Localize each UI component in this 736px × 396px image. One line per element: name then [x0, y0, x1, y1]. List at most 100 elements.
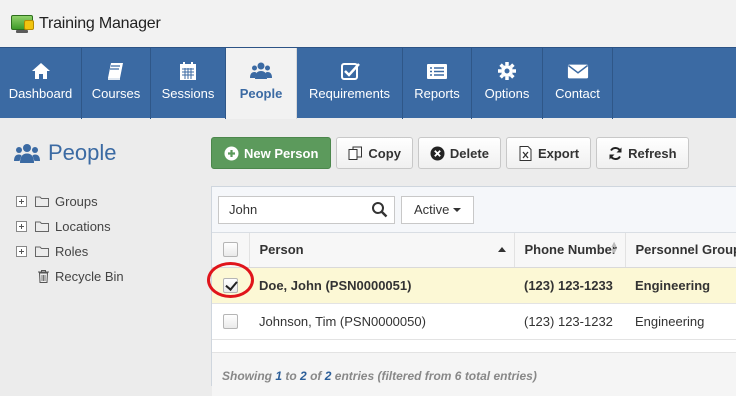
nav-reports[interactable]: Reports: [403, 48, 472, 119]
info-number: 1: [275, 369, 283, 383]
column-header-person[interactable]: Person: [248, 233, 514, 268]
nav-people[interactable]: People: [226, 48, 297, 119]
nav-label: Courses: [91, 86, 141, 101]
gear-icon: [498, 62, 516, 80]
calendar-icon: [180, 62, 196, 80]
list-icon: [427, 64, 447, 79]
column-label: Personnel Group: [635, 242, 736, 258]
new-person-button[interactable]: New Person: [211, 137, 332, 169]
nav-contact[interactable]: Contact: [543, 48, 613, 119]
delete-button[interactable]: Delete: [417, 137, 501, 169]
table-header-row: Person Phone Number ▲ ▼ Personnel Group: [212, 233, 736, 268]
tree-item-groups[interactable]: Groups: [16, 189, 124, 214]
home-icon: [31, 63, 50, 79]
nav-label: People: [239, 86, 283, 101]
excel-file-icon: [519, 145, 532, 161]
dropdown-value: Active: [414, 202, 450, 217]
nav-dashboard[interactable]: Dashboard: [0, 48, 82, 119]
person-cell: Johnson, Tim (PSN0000050): [249, 303, 514, 340]
select-all-checkbox[interactable]: [223, 242, 238, 258]
tree-item-locations[interactable]: Locations: [16, 214, 124, 239]
users-icon: [14, 144, 40, 163]
tree-label: Groups: [55, 194, 98, 209]
nav-sessions[interactable]: Sessions: [151, 48, 226, 119]
plus-circle-icon: [224, 146, 239, 160]
info-number: 2: [324, 369, 332, 383]
folder-icon: [35, 221, 49, 232]
folder-icon: [35, 196, 49, 207]
expand-icon[interactable]: [16, 246, 27, 257]
tree-label: Recycle Bin: [55, 269, 124, 284]
nav-label: Sessions: [161, 86, 215, 101]
button-label: Copy: [368, 145, 401, 161]
info-text: of: [310, 369, 322, 383]
tree-label: Locations: [55, 219, 111, 234]
nav-requirements[interactable]: Requirements: [297, 48, 403, 119]
nav-label: Requirements: [309, 86, 390, 101]
folder-icon: [35, 246, 49, 257]
phone-cell: (123) 123-1232: [514, 303, 625, 340]
filter-bar: Active: [212, 187, 736, 233]
button-label: Export: [537, 145, 580, 161]
column-header-phone[interactable]: Phone Number ▲ ▼: [513, 233, 625, 268]
status-filter-dropdown[interactable]: Active: [401, 195, 475, 224]
column-header-group[interactable]: Personnel Group: [624, 233, 736, 268]
person-cell: Doe, John (PSN0000051): [249, 267, 514, 304]
copy-button[interactable]: Copy: [336, 137, 413, 169]
row-select-cell: [212, 303, 249, 340]
group-cell: Engineering: [625, 303, 736, 340]
sidebar-tree: Groups Locations Roles Recycle Bin: [16, 189, 124, 289]
app-title: Training Manager: [39, 14, 161, 32]
table-info: Showing 1 to 2 of 2 entries (filtered fr…: [212, 351, 736, 396]
search-box[interactable]: [218, 195, 395, 224]
nav-courses[interactable]: Courses: [82, 48, 151, 119]
refresh-icon: [609, 146, 622, 160]
sort-asc-icon: [497, 247, 506, 252]
x-circle-icon: [430, 146, 445, 160]
table-row[interactable]: Doe, John (PSN0000051) (123) 123-1233 En…: [212, 267, 736, 304]
checkbox-icon: [340, 63, 360, 80]
sidebar-title: People: [14, 140, 117, 166]
nav-label: Contact: [555, 86, 600, 101]
tree-item-roles[interactable]: Roles: [16, 239, 124, 264]
copy-icon: [348, 146, 363, 160]
table-row[interactable]: Johnson, Tim (PSN0000050) (123) 123-1232…: [212, 303, 736, 340]
row-checkbox[interactable]: [223, 313, 238, 329]
export-button[interactable]: Export: [505, 137, 592, 169]
tree-item-recycle-bin[interactable]: Recycle Bin: [16, 264, 124, 289]
expand-icon[interactable]: [16, 196, 27, 207]
tree-label: Roles: [55, 244, 89, 259]
nav-label: Reports: [414, 86, 460, 101]
people-table: Person Phone Number ▲ ▼ Personnel Group Do…: [212, 233, 736, 340]
column-label: Phone Number: [524, 242, 617, 258]
main-navbar: Dashboard Courses Sessions People Requir…: [0, 47, 736, 119]
people-table-panel: Active Person Phone Number▲▼ Personnel G…: [211, 186, 736, 396]
highlight-annotation: [207, 262, 254, 298]
expand-icon[interactable]: [16, 221, 27, 232]
phone-cell: (123) 123-1233: [514, 267, 625, 304]
users-icon: [250, 62, 272, 79]
toolbar: New Person Copy Delete Export Refresh: [211, 137, 694, 169]
nav-options[interactable]: Options: [472, 48, 543, 119]
nav-label: Options: [484, 86, 530, 101]
button-label: Delete: [449, 145, 489, 161]
info-text: entries (filtered from 6 total entries): [334, 369, 537, 383]
info-text: Showing: [222, 369, 272, 383]
envelope-icon: [567, 64, 588, 79]
search-input[interactable]: [229, 202, 371, 217]
button-label: Refresh: [628, 145, 677, 161]
refresh-button[interactable]: Refresh: [596, 137, 689, 169]
nav-label: Dashboard: [8, 86, 73, 101]
info-text: to: [285, 369, 297, 383]
sort-icon: ▲ ▼: [609, 239, 619, 256]
trash-icon: [38, 270, 49, 283]
group-cell: Engineering: [625, 267, 736, 304]
app-logo-icon: [10, 14, 36, 34]
info-number: 2: [300, 369, 307, 383]
title-bar: Training Manager: [0, 0, 736, 47]
caret-down-icon: [453, 207, 462, 212]
book-icon: [108, 63, 123, 80]
sidebar-title-text: People: [48, 140, 117, 165]
button-label: New Person: [244, 145, 319, 161]
search-icon[interactable]: [371, 201, 388, 218]
